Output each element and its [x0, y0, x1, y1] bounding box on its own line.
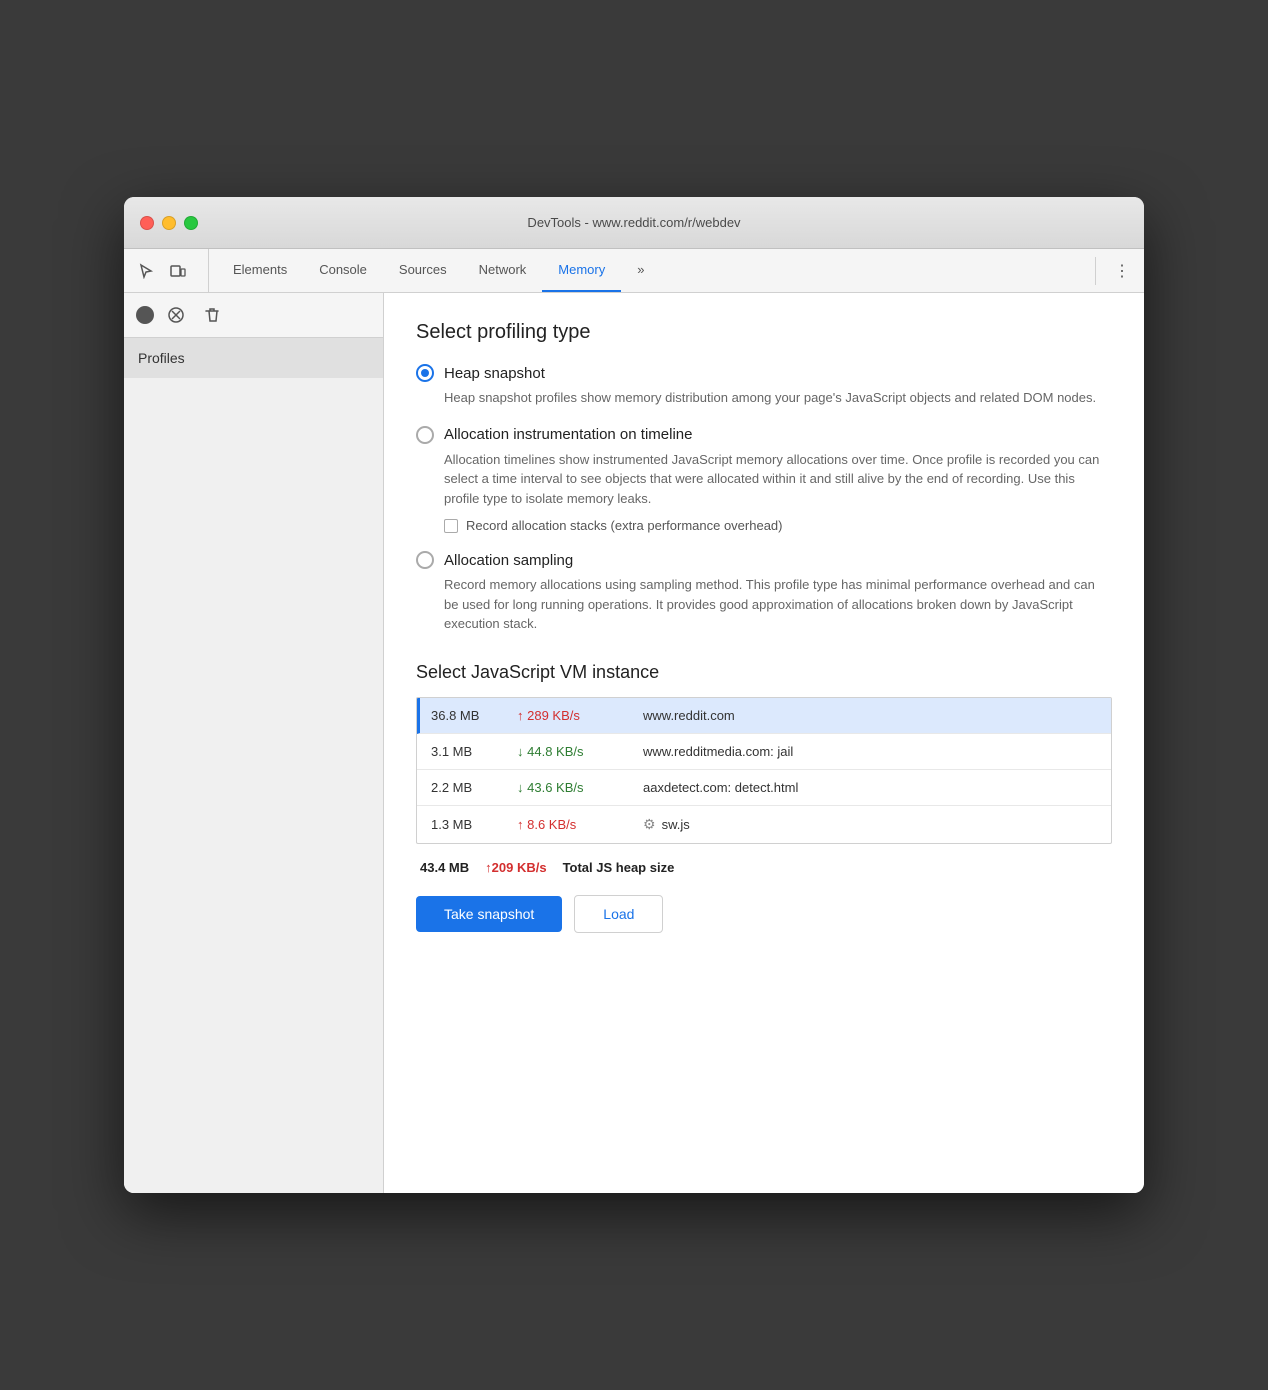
window-title: DevTools - www.reddit.com/r/webdev [527, 215, 740, 230]
vm-rate-2: ↓ 44.8 KB/s [517, 744, 627, 759]
vm-memory-1: 36.8 MB [431, 708, 501, 723]
vm-rate-4: ↑ 8.6 KB/s [517, 817, 627, 832]
tab-memory[interactable]: Memory [542, 249, 621, 292]
profiles-label: Profiles [124, 338, 383, 378]
delete-button[interactable] [198, 301, 226, 329]
minimize-button[interactable] [162, 216, 176, 230]
toolbar-icons [132, 249, 209, 292]
vm-table: 36.8 MB ↑ 289 KB/s www.reddit.com 3.1 MB… [416, 697, 1112, 844]
allocation-name: Allocation instrumentation on timeline [444, 426, 692, 443]
buttons-row: Take snapshot Load [416, 895, 1112, 933]
vm-memory-3: 2.2 MB [431, 780, 501, 795]
heap-radio[interactable] [416, 364, 434, 382]
sampling-name: Allocation sampling [444, 552, 573, 569]
device-toggle-icon[interactable] [164, 257, 192, 285]
gear-icon: ⚙ [643, 816, 656, 833]
kebab-menu-button[interactable]: ⋮ [1108, 257, 1136, 285]
tab-more[interactable]: » [621, 249, 660, 292]
footer-stats: 43.4 MB ↑209 KB/s Total JS heap size [416, 860, 1112, 875]
sampling-desc: Record memory allocations using sampling… [444, 575, 1112, 634]
toolbar-right: ⋮ [1095, 257, 1136, 285]
sampling-label[interactable]: Allocation sampling [416, 551, 1112, 569]
heap-snapshot-desc: Heap snapshot profiles show memory distr… [444, 388, 1112, 408]
vm-row[interactable]: 2.2 MB ↓ 43.6 KB/s aaxdetect.com: detect… [417, 770, 1111, 806]
vm-url-4: ⚙ sw.js [643, 816, 1097, 833]
tabs: Elements Console Sources Network Memory … [217, 249, 1095, 292]
allocation-checkbox-row: Record allocation stacks (extra performa… [444, 518, 1112, 533]
sampling-radio[interactable] [416, 551, 434, 569]
arrow-down-icon: ↓ [517, 744, 524, 759]
profiling-type-title: Select profiling type [416, 321, 1112, 344]
allocation-label[interactable]: Allocation instrumentation on timeline [416, 426, 1112, 444]
record-button[interactable] [136, 306, 154, 324]
profiling-options: Heap snapshot Heap snapshot profiles sho… [416, 364, 1112, 634]
vm-section-title: Select JavaScript VM instance [416, 662, 1112, 683]
take-snapshot-button[interactable]: Take snapshot [416, 896, 562, 932]
tab-network[interactable]: Network [463, 249, 543, 292]
traffic-lights [140, 216, 198, 230]
sidebar-toolbar [124, 293, 383, 338]
record-stacks-checkbox[interactable] [444, 519, 458, 533]
cursor-icon[interactable] [132, 257, 160, 285]
allocation-desc: Allocation timelines show instrumented J… [444, 450, 1112, 509]
heap-snapshot-label[interactable]: Heap snapshot [416, 364, 1112, 382]
vm-memory-4: 1.3 MB [431, 817, 501, 832]
vm-url-3: aaxdetect.com: detect.html [643, 780, 1097, 795]
toolbar: Elements Console Sources Network Memory … [124, 249, 1144, 293]
arrow-up-icon: ↑ [517, 817, 524, 832]
close-button[interactable] [140, 216, 154, 230]
footer-label: Total JS heap size [563, 860, 675, 875]
sidebar: Profiles [124, 293, 384, 1193]
vm-url-2: www.redditmedia.com: jail [643, 744, 1097, 759]
vm-row[interactable]: 1.3 MB ↑ 8.6 KB/s ⚙ sw.js [417, 806, 1111, 843]
main-content: Profiles Select profiling type Heap snap… [124, 293, 1144, 1193]
arrow-up-icon: ↑ [517, 708, 524, 723]
devtools-window: DevTools - www.reddit.com/r/webdev Eleme… [124, 197, 1144, 1193]
option-allocation: Allocation instrumentation on timeline A… [416, 426, 1112, 534]
vm-row[interactable]: 36.8 MB ↑ 289 KB/s www.reddit.com [417, 698, 1111, 734]
content-area: Select profiling type Heap snapshot Heap… [384, 293, 1144, 1193]
heap-snapshot-name: Heap snapshot [444, 365, 545, 382]
option-heap: Heap snapshot Heap snapshot profiles sho… [416, 364, 1112, 408]
option-sampling: Allocation sampling Record memory alloca… [416, 551, 1112, 634]
vm-rate-3: ↓ 43.6 KB/s [517, 780, 627, 795]
maximize-button[interactable] [184, 216, 198, 230]
vm-rate-1: ↑ 289 KB/s [517, 708, 627, 723]
stop-button[interactable] [162, 301, 190, 329]
allocation-radio[interactable] [416, 426, 434, 444]
vm-row[interactable]: 3.1 MB ↓ 44.8 KB/s www.redditmedia.com: … [417, 734, 1111, 770]
record-stacks-label: Record allocation stacks (extra performa… [466, 518, 782, 533]
arrow-down-icon: ↓ [517, 780, 524, 795]
vm-memory-2: 3.1 MB [431, 744, 501, 759]
load-button[interactable]: Load [574, 895, 663, 933]
tab-console[interactable]: Console [303, 249, 383, 292]
tab-elements[interactable]: Elements [217, 249, 303, 292]
footer-memory: 43.4 MB [420, 860, 469, 875]
tab-sources[interactable]: Sources [383, 249, 463, 292]
titlebar: DevTools - www.reddit.com/r/webdev [124, 197, 1144, 249]
vm-url-1: www.reddit.com [643, 708, 1097, 723]
footer-rate: ↑209 KB/s [485, 860, 546, 875]
